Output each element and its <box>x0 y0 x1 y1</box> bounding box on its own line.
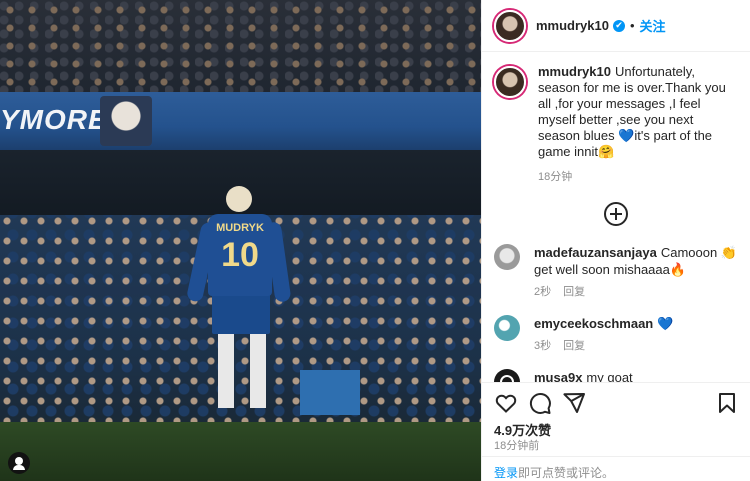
bookmark-icon[interactable] <box>715 391 739 415</box>
post-photo[interactable]: YMORE MUDRYK 10 <box>0 0 481 481</box>
avatar[interactable] <box>494 9 526 42</box>
login-prompt: 登录即可点赞或评论。 <box>482 456 750 481</box>
comment-text-block: madefauzansanjaya Camooon 👏 get well soon… <box>534 244 738 278</box>
user-tag-icon[interactable] <box>8 452 30 474</box>
avatar[interactable] <box>494 315 520 341</box>
comment-username[interactable]: emyceekoschmaan <box>534 316 653 331</box>
comment-time: 3秒 <box>534 340 552 352</box>
separator-dot: • <box>629 18 635 33</box>
post-header: mmudryk10 ✔ • 关注 <box>482 0 750 52</box>
banner-text: YMORE <box>0 104 108 135</box>
post-time[interactable]: 18分钟前 <box>494 437 539 453</box>
comment-time: 2秒 <box>534 286 552 298</box>
follow-button[interactable]: 关注 <box>640 16 666 35</box>
heart-icon[interactable] <box>494 391 518 415</box>
caption-avatar[interactable] <box>494 66 526 98</box>
verified-badge-icon: ✔ <box>612 19 625 32</box>
banner-portrait <box>100 96 152 146</box>
list-item: madefauzansanjaya Camooon 👏 get well soon… <box>494 244 738 301</box>
player-leg-right <box>250 332 266 408</box>
login-link[interactable]: 登录 <box>494 466 518 480</box>
add-comment-icon[interactable] <box>604 202 628 226</box>
crowd-upper <box>0 0 481 95</box>
caption-time: 18分钟 <box>538 171 573 183</box>
caption-username[interactable]: mmudryk10 <box>538 64 611 79</box>
empty-seats <box>300 370 360 415</box>
player-head <box>226 186 252 212</box>
comment-username[interactable]: musa9x <box>534 370 582 382</box>
share-icon[interactable] <box>562 391 586 415</box>
jersey-number: 10 <box>221 236 259 274</box>
list-item: musa9xmy goat 3秒回复 <box>494 369 738 382</box>
jersey-name: MUDRYK <box>216 222 264 234</box>
pitch <box>0 422 481 481</box>
comment-icon[interactable] <box>528 391 552 415</box>
player-shorts <box>212 294 270 334</box>
caption: mmudryk10 Unfortunately, season for me is… <box>494 64 738 184</box>
player-leg-left <box>218 332 234 408</box>
post-sidebar: mmudryk10 ✔ • 关注 mmudryk10 Unfortunately,… <box>481 0 750 481</box>
comment-text-block: musa9x my goat <box>534 369 633 382</box>
reply-button[interactable]: 回复 <box>563 340 585 352</box>
list-item: emyceekoschmaan 💙 3秒 回复 <box>494 315 738 355</box>
avatar[interactable] <box>494 244 520 270</box>
comment-text: 💙 <box>657 316 674 331</box>
caption-text-block: mmudryk10 Unfortunately, season for me is… <box>538 64 738 160</box>
comment-text-block: emyceekoschmaan 💙 <box>534 315 673 332</box>
login-prompt-text: 即可点赞或评论。 <box>518 466 615 480</box>
header-username[interactable]: mmudryk10 <box>536 18 609 33</box>
comment-text: my goat <box>586 370 633 382</box>
comments-section[interactable]: mmudryk10 Unfortunately, season for me is… <box>482 52 750 382</box>
avatar[interactable] <box>494 369 520 382</box>
comment-username[interactable]: madefauzansanjaya <box>534 245 657 260</box>
action-bar <box>482 382 750 422</box>
player-figure: MUDRYK 10 <box>185 186 292 426</box>
reply-button[interactable]: 回复 <box>563 286 585 298</box>
